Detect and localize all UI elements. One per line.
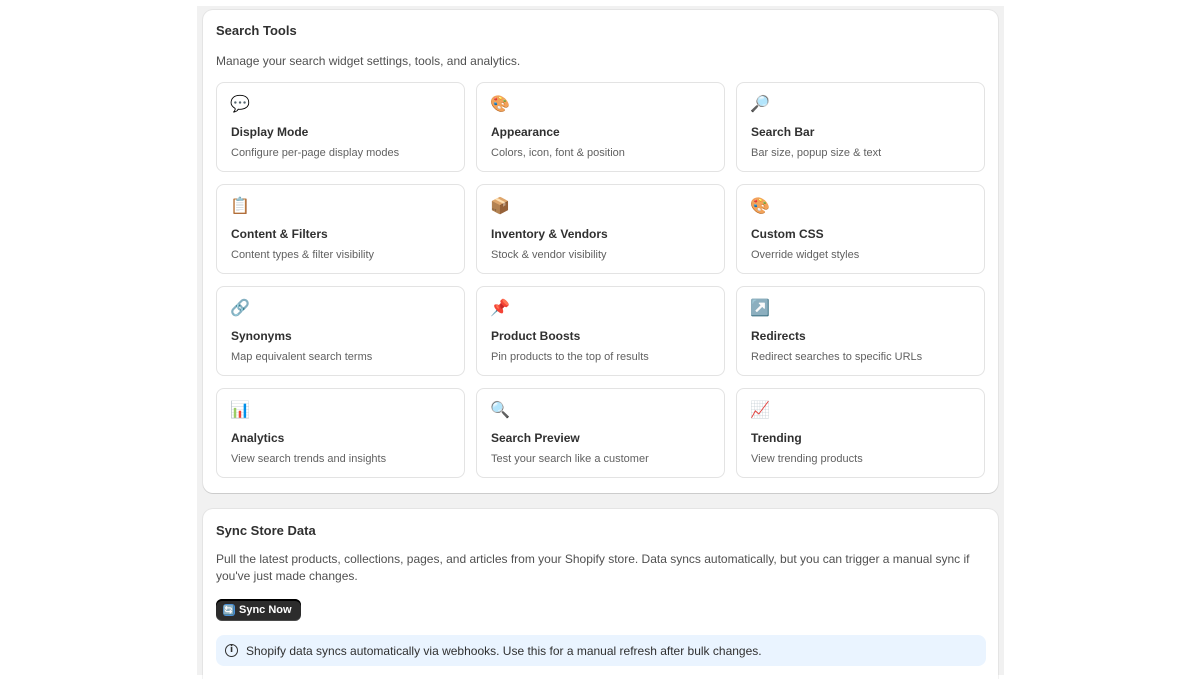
info-icon: i bbox=[225, 644, 238, 657]
tile-title: Trending bbox=[751, 431, 802, 445]
sync-now-label: Sync Now bbox=[239, 604, 292, 616]
sync-store-card: Sync Store Data Pull the latest products… bbox=[203, 509, 998, 679]
tile-description: Pin products to the top of results bbox=[491, 351, 649, 363]
tile-description: View trending products bbox=[751, 453, 863, 465]
tile-description: Test your search like a customer bbox=[491, 453, 649, 465]
pushpin-icon: 📌 bbox=[490, 300, 510, 317]
arrow-up-right-icon: ↗️ bbox=[750, 300, 770, 317]
tile-appearance[interactable]: 🎨 Appearance Colors, icon, font & positi… bbox=[476, 82, 725, 172]
info-banner-text: Shopify data syncs automatically via web… bbox=[246, 643, 762, 658]
tile-title: Display Mode bbox=[231, 125, 309, 139]
search-tools-subtitle: Manage your search widget settings, tool… bbox=[216, 54, 521, 68]
tile-title: Product Boosts bbox=[491, 329, 581, 343]
tile-synonyms[interactable]: 🔗 Synonyms Map equivalent search terms bbox=[216, 286, 465, 376]
sync-icon: 🔄 bbox=[223, 604, 235, 616]
clipboard-icon: 📋 bbox=[230, 198, 250, 215]
magnifier-icon: 🔎 bbox=[750, 96, 770, 113]
tile-search-preview[interactable]: 🔍 Search Preview Test your search like a… bbox=[476, 388, 725, 478]
tile-description: Configure per-page display modes bbox=[231, 147, 400, 159]
tile-title: Custom CSS bbox=[751, 227, 824, 241]
tile-description: Redirect searches to specific URLs bbox=[751, 351, 923, 363]
bar-chart-icon: 📊 bbox=[230, 402, 250, 419]
sync-now-button[interactable]: 🔄 Sync Now bbox=[216, 599, 301, 621]
search-tools-card: Search Tools Manage your search widget s… bbox=[203, 10, 998, 493]
tile-inventory-vendors[interactable]: 📦 Inventory & Vendors Stock & vendor vis… bbox=[476, 184, 725, 274]
tile-title: Inventory & Vendors bbox=[491, 227, 608, 241]
magnifier-icon: 🔍 bbox=[490, 402, 510, 419]
palette-icon: 🎨 bbox=[750, 198, 770, 215]
tile-title: Appearance bbox=[491, 125, 560, 139]
tile-title: Search Preview bbox=[491, 431, 580, 445]
tile-analytics[interactable]: 📊 Analytics View search trends and insig… bbox=[216, 388, 465, 478]
speech-bubble-icon: 💬 bbox=[230, 96, 250, 113]
tile-title: Redirects bbox=[751, 329, 806, 343]
tile-description: Stock & vendor visibility bbox=[491, 249, 607, 261]
tile-description: Bar size, popup size & text bbox=[751, 147, 882, 159]
tile-search-bar[interactable]: 🔎 Search Bar Bar size, popup size & text bbox=[736, 82, 985, 172]
tile-display-mode[interactable]: 💬 Display Mode Configure per-page displa… bbox=[216, 82, 465, 172]
tile-description: Map equivalent search terms bbox=[231, 351, 373, 363]
tile-redirects[interactable]: ↗️ Redirects Redirect searches to specif… bbox=[736, 286, 985, 376]
sync-title: Sync Store Data bbox=[216, 523, 316, 538]
package-icon: 📦 bbox=[490, 198, 510, 215]
tile-title: Content & Filters bbox=[231, 227, 328, 241]
tile-description: View search trends and insights bbox=[231, 453, 387, 465]
link-icon: 🔗 bbox=[230, 300, 250, 317]
tile-description: Override widget styles bbox=[751, 249, 860, 261]
tile-custom-css[interactable]: 🎨 Custom CSS Override widget styles bbox=[736, 184, 985, 274]
tile-title: Analytics bbox=[231, 431, 285, 445]
info-banner: i Shopify data syncs automatically via w… bbox=[216, 635, 986, 666]
tile-trending[interactable]: 📈 Trending View trending products bbox=[736, 388, 985, 478]
tile-description: Content types & filter visibility bbox=[231, 249, 375, 261]
search-tools-title: Search Tools bbox=[216, 23, 297, 38]
tile-description: Colors, icon, font & position bbox=[491, 147, 625, 159]
tile-content-filters[interactable]: 📋 Content & Filters Content types & filt… bbox=[216, 184, 465, 274]
trend-chart-icon: 📈 bbox=[750, 402, 770, 419]
tile-product-boosts[interactable]: 📌 Product Boosts Pin products to the top… bbox=[476, 286, 725, 376]
tile-title: Search Bar bbox=[751, 125, 815, 139]
sync-description: Pull the latest products, collections, p… bbox=[216, 552, 970, 583]
tile-title: Synonyms bbox=[231, 329, 292, 343]
tools-grid: 💬 Display Mode Configure per-page displa… bbox=[216, 82, 985, 478]
palette-icon: 🎨 bbox=[490, 96, 510, 113]
